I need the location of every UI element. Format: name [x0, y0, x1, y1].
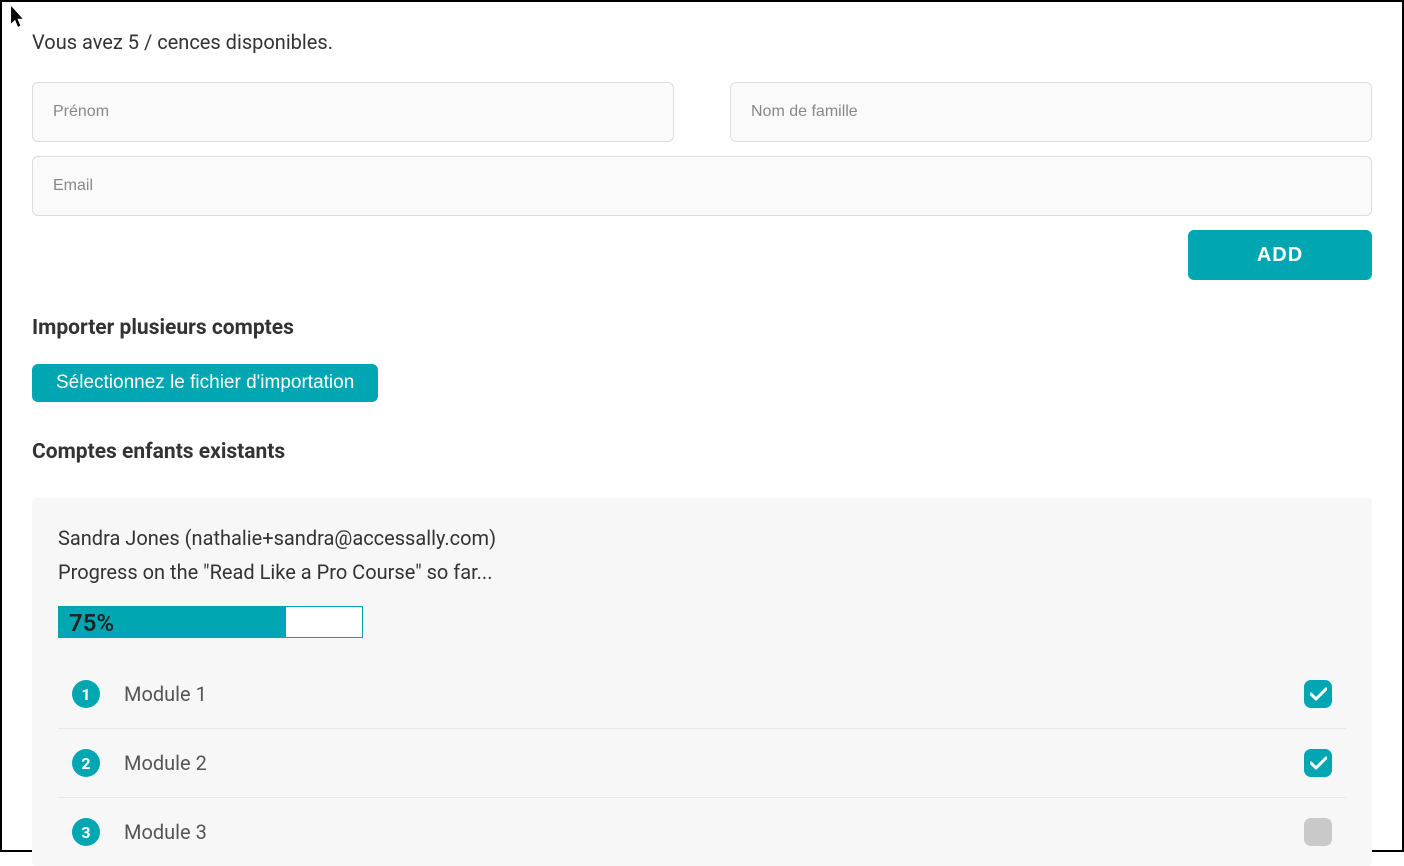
first-name-input[interactable] [32, 82, 674, 142]
module-number-badge: 1 [72, 680, 100, 708]
checkmark-icon [1304, 749, 1332, 777]
account-name-text: Sandra Jones (nathalie+sandra@accessally… [58, 526, 1346, 550]
module-label: Module 2 [124, 751, 207, 775]
select-import-file-button[interactable]: Sélectionnez le fichier d'importation [32, 364, 378, 402]
progress-description-text: Progress on the "Read Like a Pro Course"… [58, 560, 1346, 584]
unchecked-box-icon [1304, 818, 1332, 846]
progress-bar: 75% [58, 606, 363, 638]
account-card: Sandra Jones (nathalie+sandra@accessally… [32, 498, 1372, 866]
module-list: 1 Module 1 2 Module 2 3 Module 3 [58, 660, 1346, 866]
checkmark-icon [1304, 680, 1332, 708]
last-name-input[interactable] [730, 82, 1372, 142]
add-button[interactable]: ADD [1188, 230, 1372, 280]
license-status-text: Vous avez 5 / cences disponibles. [32, 30, 1372, 54]
module-row[interactable]: 1 Module 1 [58, 660, 1346, 729]
module-row[interactable]: 3 Module 3 [58, 798, 1346, 866]
module-number-badge: 2 [72, 749, 100, 777]
email-input[interactable] [32, 156, 1372, 216]
cursor-icon [10, 6, 26, 28]
module-row[interactable]: 2 Module 2 [58, 729, 1346, 798]
progress-bar-label: 75% [69, 607, 114, 639]
import-heading: Importer plusieurs comptes [32, 316, 1372, 340]
module-number-badge: 3 [72, 818, 100, 846]
existing-accounts-heading: Comptes enfants existants [32, 440, 1372, 464]
module-label: Module 1 [124, 682, 207, 706]
module-label: Module 3 [124, 820, 207, 844]
